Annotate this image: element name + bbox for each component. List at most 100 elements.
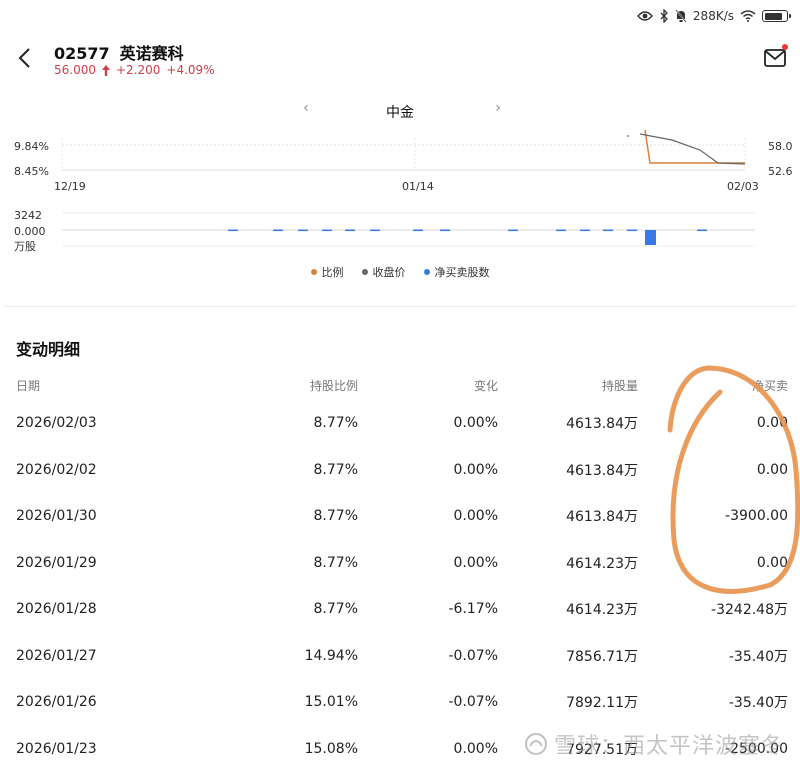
- cell-change: 0.00%: [453, 740, 498, 757]
- header-net: 净买卖: [751, 378, 788, 393]
- x-tick-1: 12/19: [54, 180, 86, 193]
- header-ratio: 持股比例: [309, 378, 358, 393]
- header-holding: 持股量: [601, 378, 638, 393]
- back-button[interactable]: [12, 44, 36, 72]
- chart-legend: 比例 收盘价 净买卖股数: [0, 264, 800, 280]
- cell-change: -6.17%: [448, 601, 498, 618]
- price-point: [627, 135, 629, 137]
- bluetooth-icon: [660, 9, 668, 23]
- table-header: 日期 持股比例 变化 持股量 净买卖: [0, 374, 800, 396]
- cell-net: 0.00: [756, 554, 788, 571]
- table-row[interactable]: 2026/01/29 8.77% 0.00% 4614.23万 0.00: [0, 540, 800, 587]
- table-row[interactable]: 2026/02/02 8.77% 0.00% 4613.84万 0.00: [0, 447, 800, 494]
- cell-date: 2026/01/27: [16, 647, 97, 664]
- legend-item-net[interactable]: 净买卖股数: [423, 264, 490, 280]
- net-bar: [603, 229, 613, 232]
- legend-label: 净买卖股数: [434, 266, 490, 279]
- bar-tick-unit: 万股: [14, 240, 36, 253]
- legend-label: 收盘价: [372, 266, 406, 279]
- net-bar: [345, 229, 355, 232]
- left-tick-top: 9.84%: [14, 140, 49, 153]
- right-tick-bottom: 52.6: [768, 165, 793, 178]
- next-broker-button[interactable]: ›: [488, 100, 508, 116]
- snowball-logo-icon: [524, 733, 547, 755]
- battery-icon: [762, 10, 791, 22]
- net-bar-large: [645, 230, 656, 245]
- net-bar: [580, 229, 590, 232]
- notification-dot: [782, 44, 788, 50]
- cell-holding: 4613.84万: [566, 462, 638, 479]
- bar-tick-zero: 0.000: [14, 225, 46, 238]
- message-button[interactable]: [762, 44, 788, 70]
- ratio-line: [644, 130, 745, 164]
- cell-date: 2026/01/23: [16, 740, 97, 757]
- net-bar: [627, 229, 637, 232]
- header-date: 日期: [16, 378, 41, 393]
- stock-quote: 56.000 +2.200 +4.09%: [54, 63, 215, 77]
- cell-holding: 4614.23万: [566, 555, 638, 572]
- cell-date: 2026/02/02: [16, 461, 97, 478]
- x-tick-2: 01/14: [402, 180, 434, 193]
- net-bar: [508, 229, 518, 232]
- stock-title: 02577 英诺赛科: [54, 40, 184, 64]
- watermark-text: 雪球：西太平洋波塞冬: [553, 734, 784, 759]
- net-bar: [298, 229, 308, 232]
- cell-ratio: 15.08%: [304, 740, 358, 757]
- net-bar: [556, 229, 566, 232]
- stock-price: 56.000: [54, 63, 96, 77]
- change-table: 日期 持股比例 变化 持股量 净买卖 2026/02/03 8.77% 0.00% 4…: [0, 374, 800, 766]
- legend-dot: [423, 269, 430, 275]
- price-line: [639, 133, 746, 165]
- network-speed: 288K/s: [692, 9, 734, 23]
- cell-holding: 4614.23万: [566, 602, 638, 619]
- divider: [4, 306, 796, 307]
- cell-net: 0.00: [756, 415, 788, 432]
- watermark: 雪球：西太平洋波塞冬: [524, 728, 784, 760]
- eye-icon: [636, 11, 653, 21]
- net-bar: [228, 229, 238, 232]
- cell-ratio: 8.77%: [313, 415, 358, 432]
- cell-date: 2026/01/30: [16, 508, 97, 525]
- cell-net: 0.00: [756, 461, 788, 478]
- cell-net: -3900.00: [725, 508, 788, 525]
- chevron-left-icon: [18, 48, 30, 68]
- broker-switcher: ‹ 中金 ›: [0, 100, 800, 124]
- cell-holding: 4613.84万: [566, 416, 638, 433]
- section-title: 变动明细: [16, 340, 81, 359]
- table-row[interactable]: 2026/01/28 8.77% -6.17% 4614.23万 -3242.48万: [0, 586, 800, 633]
- net-bar: [413, 229, 423, 232]
- cell-holding: 7892.11万: [566, 695, 638, 712]
- bar-tick-top: 3242: [14, 209, 42, 222]
- legend-dot: [361, 269, 368, 275]
- cell-change: 0.00%: [453, 554, 498, 571]
- cell-change: -0.07%: [448, 647, 498, 664]
- table-body: 2026/02/03 8.77% 0.00% 4613.84万 0.00 2026/02/…: [0, 396, 800, 766]
- cell-change: 0.00%: [453, 461, 498, 478]
- table-row[interactable]: 2026/01/30 8.77% 0.00% 4613.84万 -3900.00: [0, 493, 800, 540]
- net-bar: [370, 229, 380, 232]
- cell-change: 0.00%: [453, 508, 498, 525]
- table-row[interactable]: 2026/01/27 14.94% -0.07% 7856.71万 -35.40万: [0, 633, 800, 680]
- table-row[interactable]: 2026/02/03 8.77% 0.00% 4613.84万 0.00: [0, 400, 800, 447]
- net-bar: [273, 229, 283, 232]
- cell-holding: 4613.84万: [566, 509, 638, 526]
- table-row[interactable]: 2026/01/26 15.01% -0.07% 7892.11万 -35.40万: [0, 679, 800, 726]
- legend-item-ratio[interactable]: 比例: [310, 264, 344, 280]
- cell-net: -35.40万: [728, 648, 788, 665]
- cell-ratio: 15.01%: [304, 694, 358, 711]
- cell-change: 0.00%: [453, 415, 498, 432]
- arrow-up-icon: [102, 64, 110, 76]
- legend-item-price[interactable]: 收盘价: [361, 264, 406, 280]
- stock-code: 02577: [54, 44, 110, 63]
- cell-net: -35.40万: [728, 695, 788, 712]
- mail-icon: [764, 49, 786, 67]
- legend-dot: [310, 269, 317, 275]
- broker-name: 中金: [386, 105, 414, 121]
- cell-date: 2026/02/03: [16, 415, 97, 432]
- cell-net: -3242.48万: [711, 602, 788, 619]
- header-change: 变化: [473, 378, 498, 393]
- stock-change: +2.200: [116, 63, 161, 77]
- bell-off-icon: [675, 9, 687, 23]
- net-bars: [228, 229, 707, 245]
- cell-ratio: 8.77%: [313, 461, 358, 478]
